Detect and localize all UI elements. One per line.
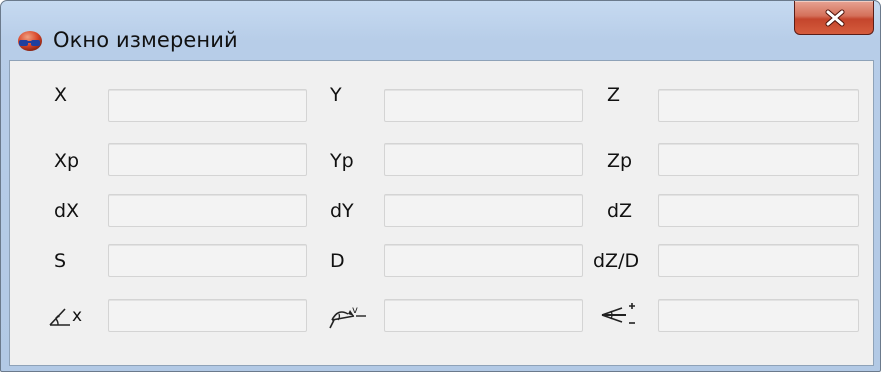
- label-dz: dZ: [607, 200, 633, 222]
- app-3d-glasses-icon: [18, 31, 42, 51]
- label-dy: dY: [330, 200, 354, 222]
- label-dz-d: dZ/D: [593, 250, 640, 272]
- field-xp[interactable]: [108, 143, 307, 176]
- label-s: S: [54, 250, 67, 272]
- field-dy[interactable]: [384, 194, 583, 227]
- field-s[interactable]: [108, 244, 307, 277]
- label-zp: Zp: [607, 150, 633, 172]
- field-zp[interactable]: [658, 143, 859, 176]
- measurement-window: Окно измерений X Y Z Xp Yp Zp dX dY dZ S: [0, 0, 881, 372]
- label-z: Z: [607, 84, 621, 106]
- field-z[interactable]: [658, 89, 859, 122]
- field-x[interactable]: [108, 89, 307, 122]
- label-yp: Yp: [330, 150, 354, 172]
- vertical-angle-icon: v: [324, 300, 368, 330]
- field-dz[interactable]: [658, 194, 859, 227]
- field-dz-d[interactable]: [658, 244, 859, 277]
- field-dx[interactable]: [108, 194, 307, 227]
- title-bar[interactable]: Окно измерений: [1, 1, 880, 61]
- field-angle-x[interactable]: [108, 299, 307, 332]
- label-dx: dX: [54, 200, 80, 222]
- label-xp: Xp: [54, 150, 80, 172]
- field-y[interactable]: [384, 89, 583, 122]
- measurement-panel: X Y Z Xp Yp Zp dX dY dZ S D dZ/D x v: [9, 60, 874, 366]
- close-button[interactable]: [794, 1, 874, 35]
- angle-from-x-axis-icon: x: [48, 303, 88, 329]
- field-vertical-angle[interactable]: [384, 299, 583, 332]
- label-x: X: [54, 84, 68, 106]
- field-slope[interactable]: [658, 299, 859, 332]
- angle-axis-label: x: [72, 306, 83, 326]
- label-y: Y: [330, 84, 342, 106]
- svg-text:v: v: [352, 305, 358, 316]
- field-d[interactable]: [384, 244, 583, 277]
- field-yp[interactable]: [384, 143, 583, 176]
- window-title: Окно измерений: [53, 28, 238, 52]
- close-icon: [825, 9, 845, 27]
- slope-plus-minus-icon: [598, 300, 644, 330]
- label-d: D: [330, 250, 345, 272]
